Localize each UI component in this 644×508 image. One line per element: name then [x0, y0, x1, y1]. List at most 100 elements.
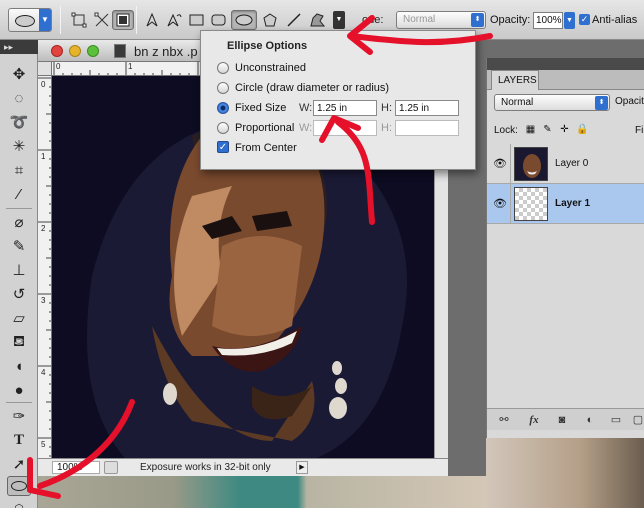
divider — [136, 6, 137, 34]
shape-layers-icon — [71, 12, 87, 28]
rectangle-button[interactable] — [186, 10, 208, 30]
eyedropper-icon: ⁄ — [17, 185, 21, 203]
crop-tool[interactable]: ⌗ — [7, 160, 31, 180]
history-brush-tool[interactable]: ↺ — [7, 284, 31, 304]
width-input[interactable]: 1.25 in — [313, 100, 377, 116]
pen-tool-button[interactable] — [141, 10, 163, 30]
status-menu-button[interactable]: ▶ — [296, 461, 308, 474]
fill-pixels-button[interactable] — [112, 10, 134, 30]
circle-radio[interactable] — [217, 82, 229, 94]
ellipse-options-popup: Ellipse Options Unconstrained Circle (dr… — [200, 30, 476, 170]
document-title: bn z nbx .p — [134, 44, 198, 59]
ruler-origin[interactable] — [38, 62, 52, 76]
tools-panel-header[interactable]: ▸▸ — [0, 40, 38, 54]
minimize-button[interactable] — [69, 45, 81, 57]
type-icon: T — [13, 431, 24, 448]
zoom-button[interactable] — [87, 45, 99, 57]
eye-icon[interactable]: 👁 — [493, 197, 507, 210]
opacity-dropdown-button[interactable]: ▼ — [564, 12, 575, 29]
paths-icon — [94, 12, 109, 27]
path-selection-tool[interactable]: ✑ — [7, 406, 31, 426]
opacity-input[interactable]: 100% — [533, 12, 563, 29]
new-layer-icon[interactable]: ▢ — [631, 413, 644, 427]
ellipse-icon — [15, 15, 35, 27]
zoom-options-icon[interactable] — [104, 461, 118, 474]
marquee-tool[interactable]: ◌ — [7, 88, 31, 108]
healing-brush-tool[interactable]: ⌀ — [7, 212, 31, 232]
updown-arrows-icon: ⬍ — [471, 13, 484, 27]
fx-icon[interactable]: fx — [527, 413, 541, 427]
ellipse-button[interactable] — [231, 10, 257, 30]
tab-layers[interactable]: LAYERS — [491, 70, 539, 90]
anti-alias-checkbox[interactable]: ✓ — [579, 14, 590, 25]
move-tool[interactable]: ✥ — [7, 64, 31, 84]
tool-preset-picker[interactable]: ▼ — [8, 8, 52, 32]
unconstrained-radio[interactable] — [217, 62, 229, 74]
lasso-tool[interactable]: ➰ — [7, 112, 31, 132]
blur-tool[interactable]: ◖ — [7, 356, 31, 376]
eyedropper-tool[interactable]: ⁄ — [7, 184, 31, 204]
proportional-width-input[interactable] — [313, 120, 377, 136]
option-label: Unconstrained — [235, 62, 306, 74]
height-input[interactable]: 1.25 in — [395, 100, 459, 116]
eye-icon[interactable]: 👁 — [493, 157, 507, 170]
custom-shape-button[interactable] — [306, 10, 328, 30]
layer-name[interactable]: Layer 1 — [555, 198, 590, 209]
clone-stamp-tool[interactable]: ⊥ — [7, 260, 31, 280]
magic-wand-tool[interactable]: ✳ — [7, 136, 31, 156]
zoom-field[interactable]: 100% — [52, 461, 100, 474]
lock-pixels-icon[interactable]: ✎ — [542, 124, 553, 135]
brush-icon: ✎ — [12, 238, 26, 255]
layers-panel-header[interactable] — [487, 58, 644, 70]
mode-select[interactable]: Normal ⬍ — [396, 11, 486, 29]
layer-row[interactable]: 👁 Layer 1 — [487, 184, 644, 224]
lock-position-icon[interactable]: ✛ — [559, 124, 570, 135]
rounded-rectangle-button[interactable] — [208, 10, 230, 30]
layer-name[interactable]: Layer 0 — [555, 158, 588, 169]
freeform-pen-button[interactable] — [163, 10, 185, 30]
layer-row[interactable]: 👁 Layer 0 — [487, 144, 644, 184]
rectangle-icon — [189, 14, 204, 26]
from-center-checkbox[interactable]: ✓ — [217, 141, 229, 153]
blend-mode-select[interactable]: Normal ⬍ — [494, 94, 610, 111]
adjustment-icon[interactable]: ◐ — [583, 413, 597, 427]
portrait-thumbnail-icon — [523, 154, 541, 178]
crop-icon: ⌗ — [14, 161, 24, 179]
dodge-tool[interactable]: ● — [7, 380, 31, 400]
paint-bucket-tool[interactable]: ⛾ — [7, 332, 31, 352]
width-label: W: — [299, 122, 313, 134]
opacity-label: Opacity: — [490, 14, 531, 26]
paths-button[interactable] — [91, 10, 113, 30]
rounded-rectangle-icon — [211, 14, 226, 26]
3d-rotate-tool[interactable]: ⬡ — [7, 498, 31, 508]
geometry-options-dropdown[interactable]: ▼ — [333, 11, 345, 29]
direct-selection-tool[interactable]: ➚ — [7, 454, 31, 474]
polygon-button[interactable] — [259, 10, 281, 30]
proportional-radio[interactable] — [217, 122, 229, 134]
proportional-height-input[interactable] — [395, 120, 459, 136]
document-icon — [114, 44, 126, 58]
line-button[interactable] — [283, 10, 305, 30]
popup-title: Ellipse Options — [227, 40, 308, 52]
desktop-background — [38, 476, 486, 508]
chevron-down-icon: ▼ — [39, 9, 51, 31]
arrow-pointer-icon: ➚ — [12, 456, 26, 473]
close-button[interactable] — [51, 45, 63, 57]
tools-panel: ▸▸ ✥ ◌ ➰ ✳ ⌗ ⁄ ⌀ ✎ ⊥ ↺ ▱ ⛾ ◖ ● ✑ T ➚ ⬡ — [0, 40, 38, 508]
eraser-tool[interactable]: ▱ — [7, 308, 31, 328]
link-icon[interactable]: ⚯ — [497, 413, 511, 427]
lock-transparency-icon[interactable]: ▦ — [525, 124, 536, 135]
type-tool[interactable]: T — [7, 430, 31, 450]
mask-icon[interactable]: ◙ — [555, 413, 569, 427]
option-label: Circle (draw diameter or radius) — [235, 82, 390, 94]
option-label: Fixed Size — [235, 102, 287, 114]
brush-tool[interactable]: ✎ — [7, 236, 31, 256]
fixed-size-radio[interactable] — [217, 102, 229, 114]
ruler-number: 1 — [41, 152, 46, 161]
lock-all-icon[interactable]: 🔒 — [576, 124, 588, 135]
ellipse-tool[interactable] — [7, 476, 31, 496]
magic-wand-icon: ✳ — [12, 138, 26, 155]
folder-icon[interactable]: ▭ — [609, 413, 623, 427]
shape-layers-button[interactable] — [68, 10, 90, 30]
fill-pixels-icon — [116, 13, 130, 27]
